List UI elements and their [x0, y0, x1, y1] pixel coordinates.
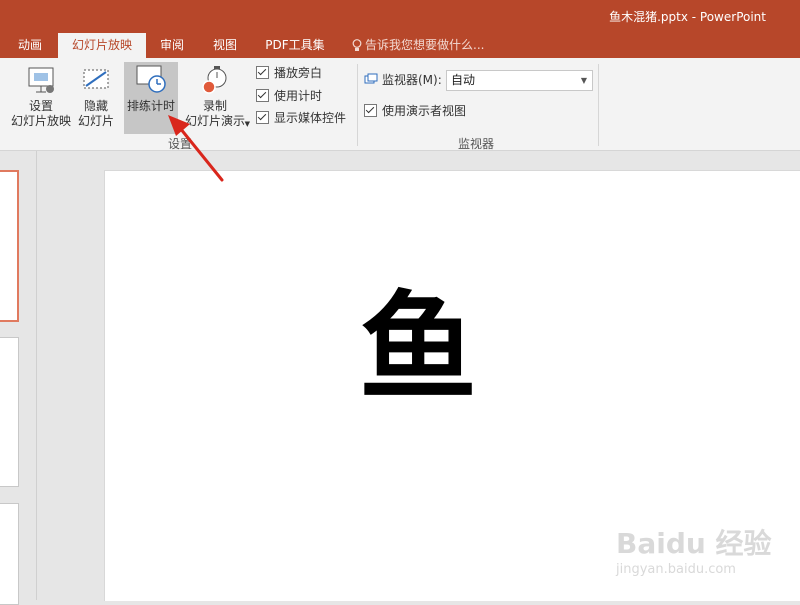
monitor-select-value: 自动 [451, 73, 476, 87]
tell-me-placeholder: 告诉我您想要做什么... [365, 38, 485, 52]
window-title: 鱼木混猪.pptx - PowerPoint [609, 10, 766, 24]
monitors-group-label: 监视器 [458, 137, 495, 151]
slide-text[interactable]: 鱼 [359, 283, 477, 413]
checkbox-checked-icon [256, 111, 269, 124]
use-timings-label: 使用计时 [274, 89, 323, 103]
monitor-icon [364, 73, 378, 84]
record-slide-show-button[interactable]: 录制 幻灯片演示 ▼ [180, 64, 250, 134]
rehearse-timings-button[interactable]: 排练计时 [124, 62, 178, 134]
rehearse-timings-icon [136, 65, 166, 93]
setup-group-label: 设置 [168, 137, 193, 151]
presenter-view-checkbox[interactable]: 使用演示者视图 [364, 102, 466, 120]
ribbon: 设置 幻灯片放映 隐藏 幻灯片 排练计时 录制 幻灯片演示 ▼ 播放旁白 使用计… [0, 58, 800, 151]
use-timings-checkbox[interactable]: 使用计时 [256, 87, 322, 105]
play-narrations-checkbox[interactable]: 播放旁白 [256, 64, 322, 82]
title-bar: 鱼木混猪.pptx - PowerPoint [0, 0, 800, 33]
slide-thumbnail-panel [0, 151, 34, 605]
chevron-down-icon: ▼ [580, 76, 587, 85]
rehearse-timings-label: 排练计时 [126, 99, 175, 113]
tab-view[interactable]: 视图 [205, 33, 245, 58]
checkbox-checked-icon [256, 89, 269, 102]
hide-slide-label: 隐藏 幻灯片 [77, 99, 114, 128]
show-media-controls-label: 显示媒体控件 [274, 111, 347, 125]
presenter-view-label: 使用演示者视图 [382, 104, 467, 118]
chevron-down-icon: ▼ [244, 120, 250, 128]
watermark: Baidu 经验 jingyan.baidu.com [616, 522, 786, 584]
hide-slide-icon [83, 69, 109, 89]
checkbox-checked-icon [364, 104, 377, 117]
slide-thumbnail[interactable] [0, 170, 19, 322]
setup-slide-show-label: 设置 幻灯片放映 [10, 99, 71, 128]
monitor-label: 监视器(M): [382, 73, 442, 87]
setup-slide-show-button[interactable]: 设置 幻灯片放映 [8, 64, 74, 134]
tell-me-search[interactable]: 告诉我您想要做什么... [352, 33, 484, 58]
slide-thumbnail[interactable] [0, 503, 19, 605]
monitor-label-row: 监视器(M): [364, 71, 442, 89]
watermark-sub: jingyan.baidu.com [616, 562, 736, 577]
setup-slide-show-icon [28, 67, 54, 93]
record-icon [202, 66, 227, 94]
show-media-controls-checkbox[interactable]: 显示媒体控件 [256, 109, 346, 127]
panel-divider [36, 151, 37, 600]
tab-animations[interactable]: 动画 [10, 33, 50, 58]
tab-review[interactable]: 审阅 [152, 33, 192, 58]
checkbox-checked-icon [256, 66, 269, 79]
tab-pdf-tools[interactable]: PDF工具集 [258, 33, 332, 58]
slide-thumbnail[interactable] [0, 337, 19, 487]
lightbulb-icon [352, 39, 362, 51]
watermark-main: Baidu 经验 [616, 527, 772, 560]
record-slide-show-label: 录制 幻灯片演示 [184, 99, 245, 128]
play-narrations-label: 播放旁白 [274, 66, 323, 80]
tab-slide-show[interactable]: 幻灯片放映 [58, 33, 146, 58]
hide-slide-button[interactable]: 隐藏 幻灯片 [75, 64, 117, 134]
group-separator [357, 64, 358, 146]
ribbon-tab-bar: 动画 幻灯片放映 审阅 视图 PDF工具集 告诉我您想要做什么... [0, 33, 800, 58]
monitor-select[interactable]: 自动 ▼ [446, 70, 593, 91]
group-separator [598, 64, 599, 146]
